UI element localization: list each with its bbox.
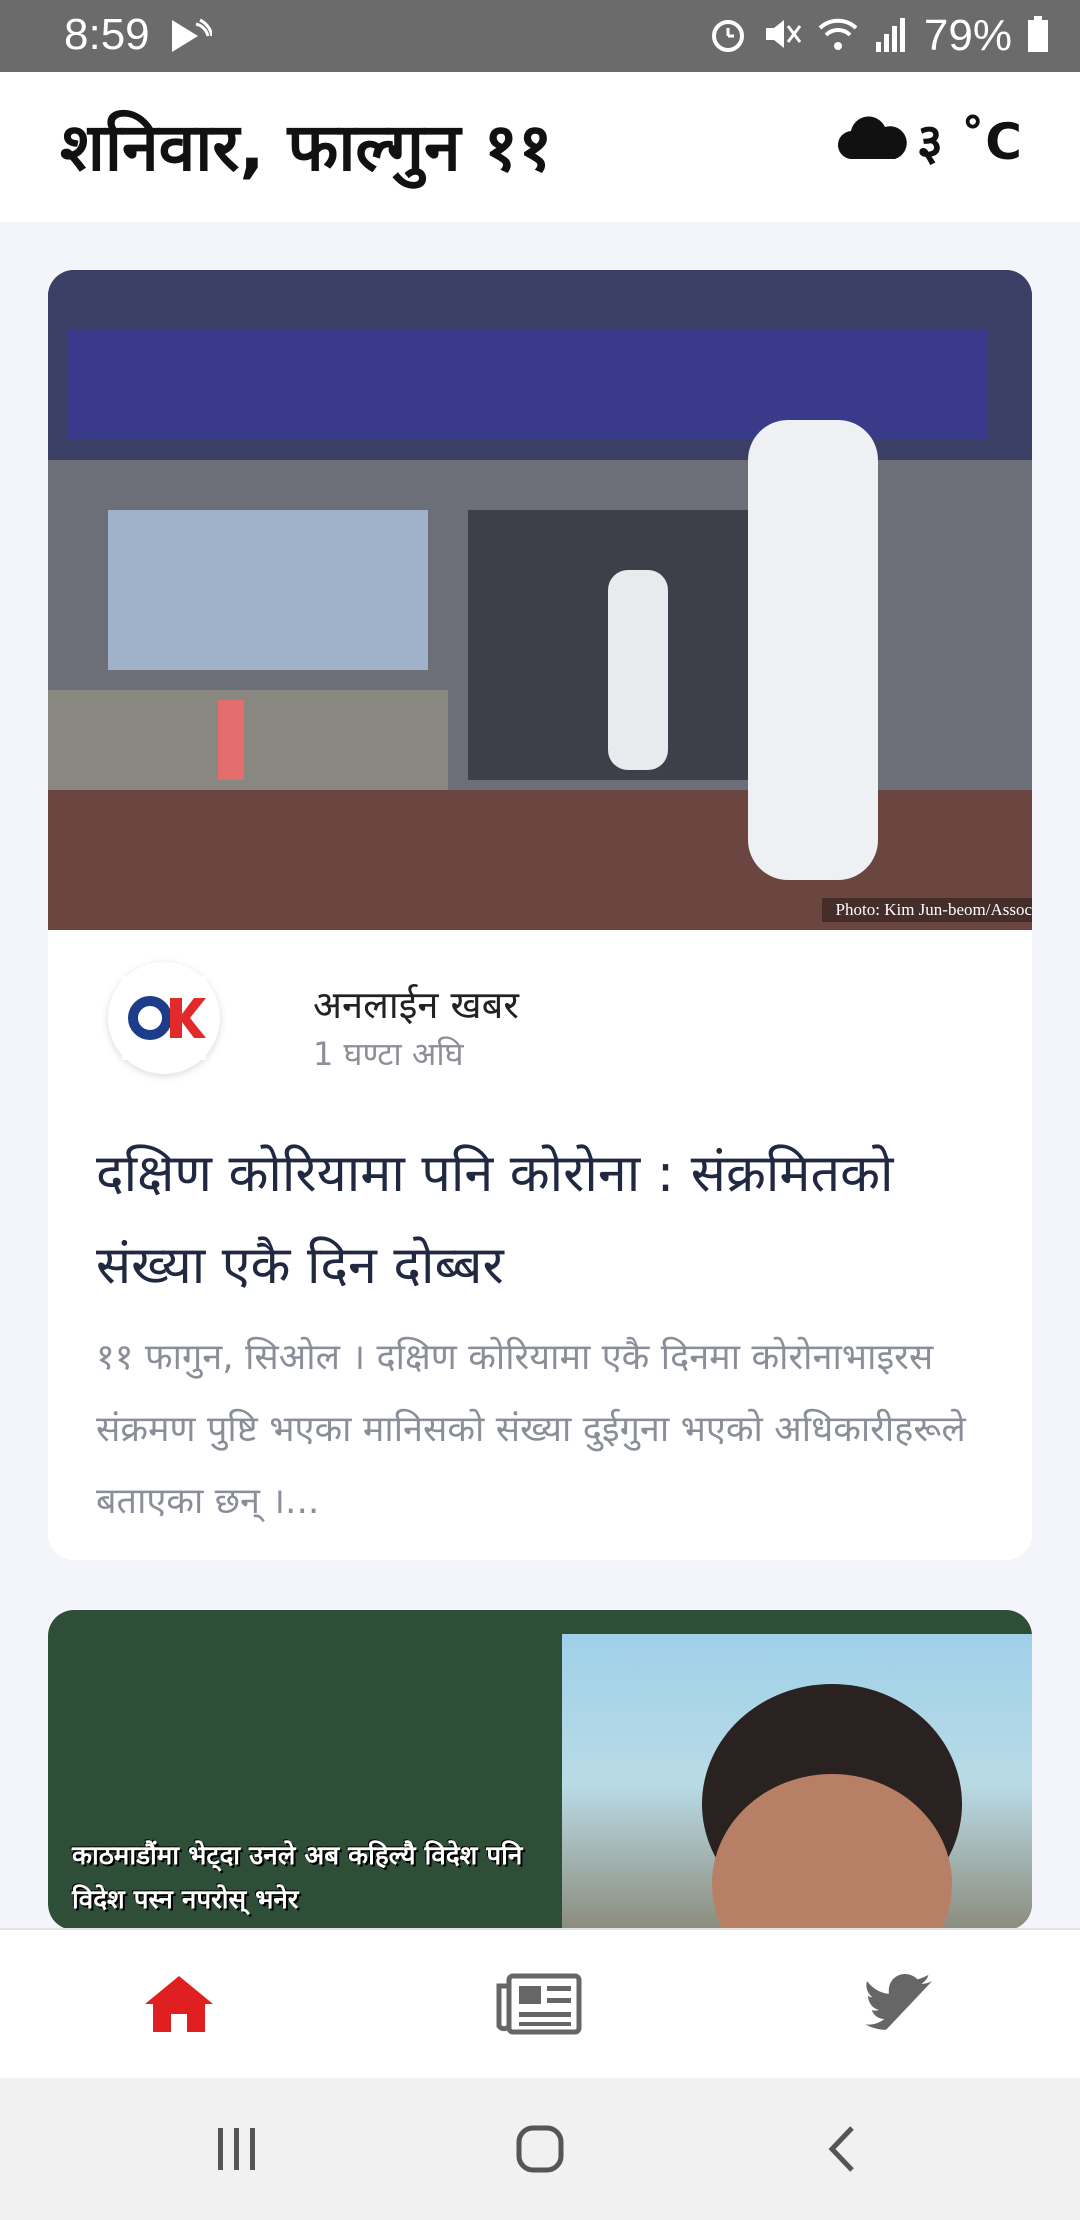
home-circle-icon[interactable] xyxy=(495,2114,585,2184)
cast-icon xyxy=(168,16,214,61)
app-header: शनिवार, फाल्गुन ११ ३ ˚C xyxy=(0,72,1080,222)
photo-credit: Photo: Kim Jun-beom/Assoc xyxy=(821,898,1032,922)
battery-icon xyxy=(1026,14,1050,59)
article-time: 1 घण्टा अघि xyxy=(313,1035,464,1073)
news-card[interactable]: काठमाडौंमा भेट्दा उनले अब कहिल्यै विदेश … xyxy=(48,1610,1032,1930)
bottom-nav xyxy=(0,1928,1080,2080)
news-icon[interactable] xyxy=(494,1964,584,2044)
recents-icon[interactable] xyxy=(192,2114,282,2184)
system-nav xyxy=(0,2078,1080,2220)
header-date: शनिवार, फाल्गुन ११ xyxy=(60,109,553,186)
status-bar: 8:59 79% xyxy=(0,0,1080,72)
source-name: अनलाईन खबर xyxy=(313,983,519,1027)
article-photo: Photo: Kim Jun-beom/Assoc xyxy=(48,270,1032,930)
twitter-icon[interactable] xyxy=(854,1964,944,2044)
article-photo xyxy=(562,1634,1032,1930)
wifi-icon xyxy=(816,14,860,59)
cloud-icon xyxy=(837,113,907,167)
status-time: 8:59 xyxy=(64,10,150,59)
article-headline[interactable]: दक्षिण कोरियामा पनि कोरोना : संक्रमितको … xyxy=(96,1128,976,1312)
image-caption: काठमाडौंमा भेट्दा उनले अब कहिल्यै विदेश … xyxy=(72,1841,523,1915)
mute-icon xyxy=(762,14,802,59)
article-summary: ११ फागुन, सिओल । दक्षिण कोरियामा एकै दिन… xyxy=(96,1337,966,1522)
alarm-icon xyxy=(708,14,748,59)
news-card[interactable]: Photo: Kim Jun-beom/Assoc अनलाईन खबर 1 घ… xyxy=(48,270,1032,1560)
signal-icon xyxy=(874,14,910,59)
back-icon[interactable] xyxy=(798,2114,888,2184)
weather-temp: ३ ˚C xyxy=(916,113,1022,171)
home-icon[interactable] xyxy=(134,1964,224,2044)
weather-widget[interactable]: ३ ˚C xyxy=(837,106,1022,174)
source-logo xyxy=(108,962,220,1074)
source-row: अनलाईन खबर 1 घण्टा अघि xyxy=(108,962,988,1082)
battery-percent: 79% xyxy=(923,11,1012,60)
